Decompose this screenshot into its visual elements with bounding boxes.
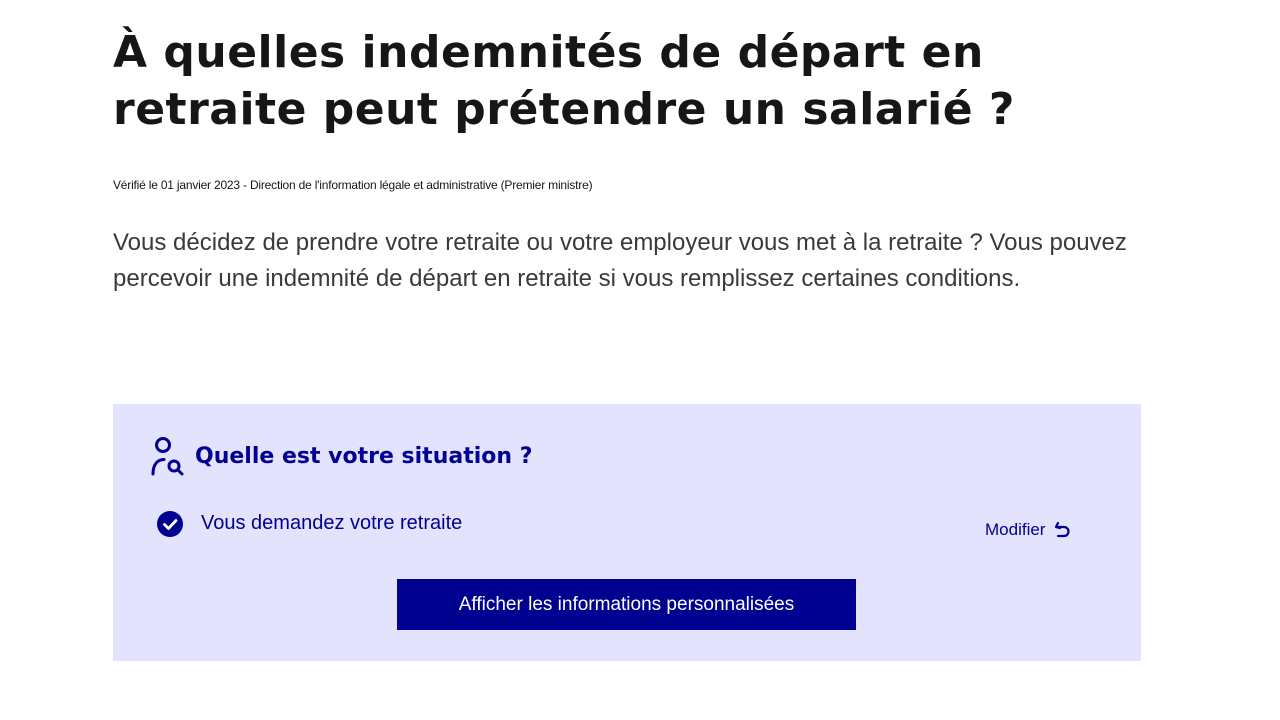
situation-panel: Quelle est votre situation ? Vous demand… <box>113 404 1141 661</box>
situation-title: Quelle est votre situation ? <box>195 444 533 469</box>
intro-paragraph: Vous décidez de prendre votre retraite o… <box>113 229 1127 292</box>
situation-answer: Vous demandez votre retraite <box>201 512 463 534</box>
check-circle-icon <box>157 511 183 537</box>
verified-date-text: Vérifié le 01 janvier 2023 - Direction d… <box>113 178 593 192</box>
undo-arrow-icon <box>1053 520 1073 540</box>
modify-button-label: Modifier <box>985 520 1046 539</box>
show-personalized-info-button[interactable]: Afficher les informations personnalisées <box>397 579 856 630</box>
page-title: À quelles indemnités de départ en retrai… <box>113 27 1015 135</box>
modify-button[interactable]: Modifier <box>985 517 1073 543</box>
user-search-icon <box>149 436 187 476</box>
